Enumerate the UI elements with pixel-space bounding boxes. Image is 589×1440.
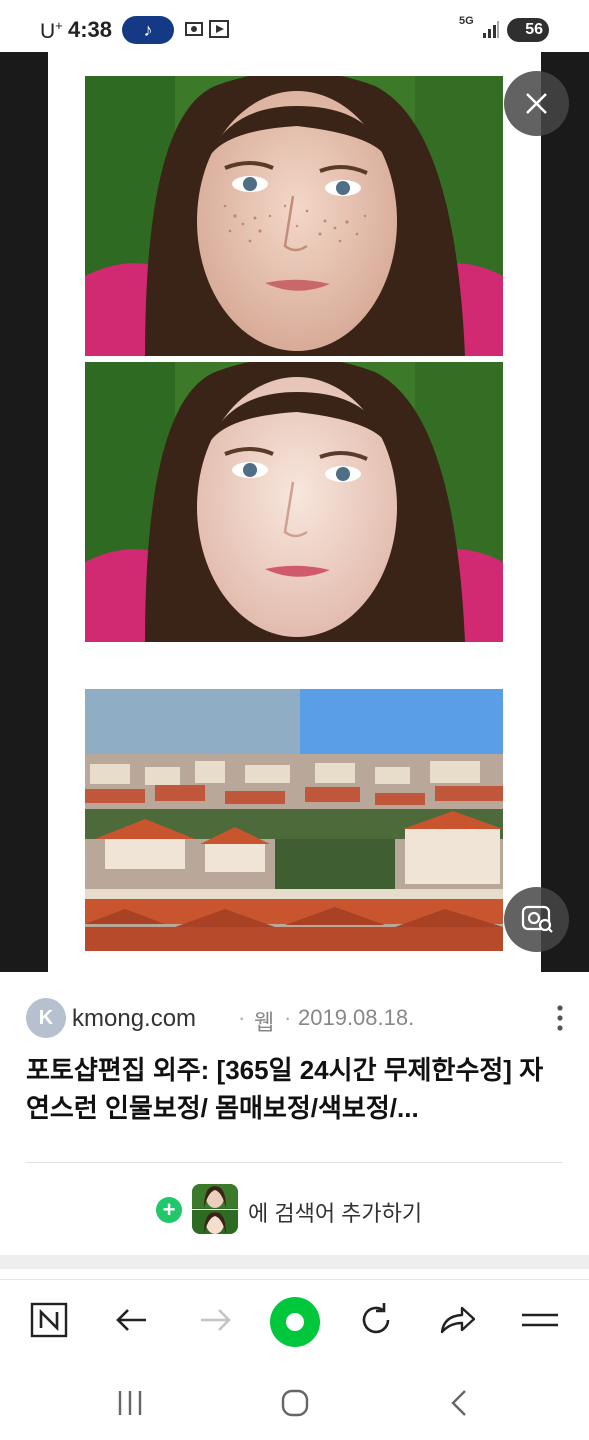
source-date: 2019.08.18. <box>298 1005 415 1030</box>
add-search-label: 에 검색어 추가하기 <box>248 1201 423 1226</box>
separator-dot: · <box>238 1005 246 1030</box>
close-icon <box>526 93 547 114</box>
image-search-button[interactable] <box>504 887 569 952</box>
carrier-label: U+ <box>40 18 63 43</box>
share-icon[interactable] <box>436 1298 480 1342</box>
image-panel[interactable] <box>48 52 541 972</box>
screen-capture-icon <box>185 22 203 36</box>
signal-icon <box>483 21 499 38</box>
result-title-link[interactable]: 포토샵편집 외주: [365일 24시간 무제한수정] 자연스런 인물보정/ 몸… <box>26 1051 556 1127</box>
cityscape-before-after-image <box>85 689 503 951</box>
source-row: K kmong.com · 웹 · 2019.08.18. <box>26 998 566 1038</box>
plus-icon: + <box>156 1197 182 1223</box>
android-navigation-bar <box>0 1365 589 1440</box>
site-favicon: K <box>26 998 66 1038</box>
image-viewer <box>0 52 589 972</box>
source-domain[interactable]: kmong.com <box>72 1005 196 1033</box>
search-result-card: K kmong.com · 웹 · 2019.08.18. 포토샵편집 외주: … <box>0 972 589 1255</box>
home-green-icon[interactable] <box>270 1297 320 1347</box>
music-note-icon[interactable]: ♪ <box>122 16 174 44</box>
add-search-term-button[interactable]: + 에 검색어 추가하기 <box>0 1184 589 1234</box>
portrait-before-image <box>85 76 503 356</box>
forward-arrow-icon[interactable] <box>193 1298 237 1342</box>
section-separator <box>0 1255 589 1269</box>
image-search-icon <box>521 905 553 933</box>
recent-apps-icon[interactable] <box>110 1383 150 1423</box>
source-type: 웹 <box>254 1010 275 1035</box>
back-arrow-icon[interactable] <box>110 1298 154 1342</box>
more-options-icon[interactable] <box>550 1002 570 1034</box>
portrait-after-image <box>85 362 503 642</box>
separator-dot: · <box>284 1005 292 1030</box>
browser-toolbar <box>0 1279 589 1365</box>
play-store-icon <box>209 20 229 38</box>
divider <box>26 1162 563 1163</box>
naver-n-icon[interactable] <box>28 1298 72 1342</box>
back-nav-icon[interactable] <box>440 1383 480 1423</box>
network-type: 5G <box>459 15 474 27</box>
status-time: 4:38 <box>68 17 113 42</box>
battery-indicator: 56 <box>507 18 549 42</box>
status-bar: U+ 4:38 ♪ 5G 56 <box>0 0 589 52</box>
home-dot <box>286 1313 304 1331</box>
reload-icon[interactable] <box>354 1298 398 1342</box>
close-button[interactable] <box>504 71 569 136</box>
menu-icon[interactable] <box>518 1298 562 1342</box>
home-button-icon[interactable] <box>275 1383 315 1423</box>
thumbnail-image <box>192 1184 238 1234</box>
